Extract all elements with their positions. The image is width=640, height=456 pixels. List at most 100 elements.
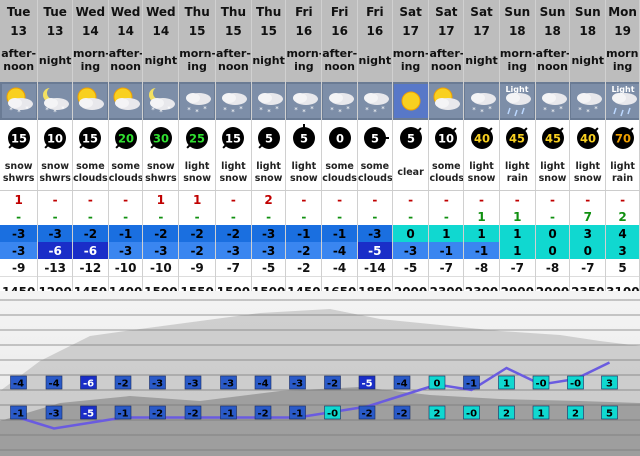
period-label: morn-ing — [605, 38, 640, 82]
period-label: night — [569, 38, 607, 82]
rain-value: - — [215, 208, 252, 225]
weather-icon-cell: * * * — [535, 82, 571, 120]
wind-arrow-icon: 20 — [114, 127, 137, 149]
min-temp-value: 0 — [569, 242, 607, 259]
summary-label: light snow — [569, 156, 607, 191]
wind-speed-label: 15 — [82, 132, 98, 146]
upper-temp-marker-text: -3 — [187, 379, 198, 390]
svg-text:*: * — [302, 108, 306, 116]
wind-chill-value: -10 — [108, 259, 144, 277]
wind-speed-label: 40 — [474, 132, 490, 146]
max-temp-value: 0 — [392, 225, 430, 242]
wind-cell: 45 — [499, 120, 536, 156]
wind-cell: 15 — [215, 120, 252, 156]
wind-arrow-icon: 70 — [611, 127, 634, 149]
period-label: after-noon — [108, 38, 144, 82]
upper-temp-marker: -2 — [324, 375, 341, 390]
upper-temp-marker-text: -2 — [117, 379, 128, 390]
day-label: Thu — [215, 0, 252, 24]
weather-icon-cell: * * * — [215, 82, 252, 120]
wind-chill-value: -7 — [569, 259, 607, 277]
date-label: 14 — [142, 24, 180, 38]
wind-chill-value: -8 — [535, 259, 571, 277]
lower-temp-marker: -0 — [463, 405, 480, 420]
cloud-snow-icon: * * * — [357, 84, 392, 118]
max-temp-value: -1 — [108, 225, 144, 242]
wind-arrow-icon: 10 — [435, 127, 458, 149]
max-temp-row: -3 -3 -2 -1 -2 -2 -2 -3 -1 -1 -3 0 1 1 1 0 3 4 — [0, 225, 640, 242]
summary-label: some clouds — [428, 156, 465, 191]
wind-arrow-icon: 15 — [7, 127, 30, 149]
lower-temp-marker: -2 — [149, 405, 166, 420]
wind-cell: 0 — [321, 120, 358, 156]
upper-temp-marker: -4 — [10, 375, 27, 390]
upper-temp-marker: -6 — [80, 375, 97, 390]
max-temp-value: -3 — [251, 225, 287, 242]
min-temp-value: -6 — [72, 242, 109, 259]
min-temp-value: 3 — [605, 242, 640, 259]
wind-speed-label: 5 — [265, 132, 273, 146]
wind-chill-value: -8 — [463, 259, 500, 277]
forecast-table: Tue Tue Wed Wed Wed Thu Thu Thu Fri Fri Fri Sat Sat S… — [0, 0, 640, 307]
summary-label: light snow — [251, 156, 287, 191]
lower-temp-marker-text: -1 — [13, 409, 24, 420]
date-label: 15 — [215, 24, 252, 38]
snow-value: - — [285, 190, 323, 208]
rain-value: 1 — [463, 208, 500, 225]
wind-chill-value: -7 — [215, 259, 252, 277]
weather-icon-cell — [108, 82, 144, 120]
rain-value: - — [392, 208, 430, 225]
date-label: 16 — [357, 24, 393, 38]
upper-temp-marker: 3 — [601, 375, 618, 390]
upper-temp-marker-text: -6 — [83, 379, 94, 390]
cloud-rain-icon: Light — [500, 84, 535, 118]
wind-speed-label: 5 — [371, 132, 379, 146]
wind-speed-label: 15 — [11, 132, 27, 146]
cloud-snow-icon: * * * — [251, 84, 285, 118]
summary-label: light snow — [178, 156, 216, 191]
rain-value: - — [535, 208, 571, 225]
date-row: 13 13 14 14 14 15 15 15 16 16 16 17 17 17 18 18 18 19 — [0, 24, 640, 38]
weather-icon-cell: * * * — [569, 82, 607, 120]
period-label: night — [142, 38, 180, 82]
lower-temp-marker-text: -2 — [361, 409, 372, 420]
period-label: after-noon — [215, 38, 252, 82]
wind-cell: 45 — [535, 120, 571, 156]
lower-temp-marker: -1 — [114, 405, 132, 420]
wind-speed-label: 15 — [225, 132, 241, 146]
date-label: 15 — [251, 24, 287, 38]
min-temp-value: 1 — [499, 242, 536, 259]
cloud-snow-icon: * * * — [322, 84, 357, 118]
wind-speed-label: 5 — [407, 132, 415, 146]
min-temp-value: -3 — [108, 242, 144, 259]
weather-icon-cell: * * * — [251, 82, 287, 120]
period-label: morn-ing — [178, 38, 216, 82]
summary-label: snow shwrs — [0, 156, 39, 191]
max-temp-value: -2 — [215, 225, 252, 242]
wind-arrow-icon: 5 — [257, 127, 280, 149]
date-label: 17 — [463, 24, 500, 38]
svg-text:*: * — [346, 105, 350, 113]
day-label: Mon — [605, 0, 640, 24]
rain-value: - — [178, 208, 216, 225]
date-label: 14 — [108, 24, 144, 38]
wind-cell: 5 — [392, 120, 430, 156]
svg-text:*: * — [17, 108, 21, 116]
svg-text:*: * — [267, 108, 271, 116]
max-temp-value: 1 — [499, 225, 536, 242]
icon-caption: Light — [506, 85, 529, 94]
day-label: Tue — [0, 0, 39, 24]
snow-value: 1 — [0, 190, 39, 208]
date-label: 18 — [535, 24, 571, 38]
lower-temp-marker-text: 2 — [434, 409, 441, 420]
svg-text:*: * — [187, 106, 191, 114]
period-label: night — [251, 38, 287, 82]
upper-temp-marker: -0 — [532, 375, 550, 390]
wind-arrow-icon: 0 — [328, 127, 351, 149]
period-row: after-noon night morn-ing after-noon night mo… — [0, 38, 640, 82]
lower-temp-marker: -2 — [393, 405, 411, 420]
lower-temp-marker-text: -2 — [257, 409, 268, 420]
lower-temp-marker: 2 — [567, 405, 584, 420]
upper-temp-marker-text: -0 — [570, 379, 581, 390]
period-label: after-noon — [535, 38, 571, 82]
